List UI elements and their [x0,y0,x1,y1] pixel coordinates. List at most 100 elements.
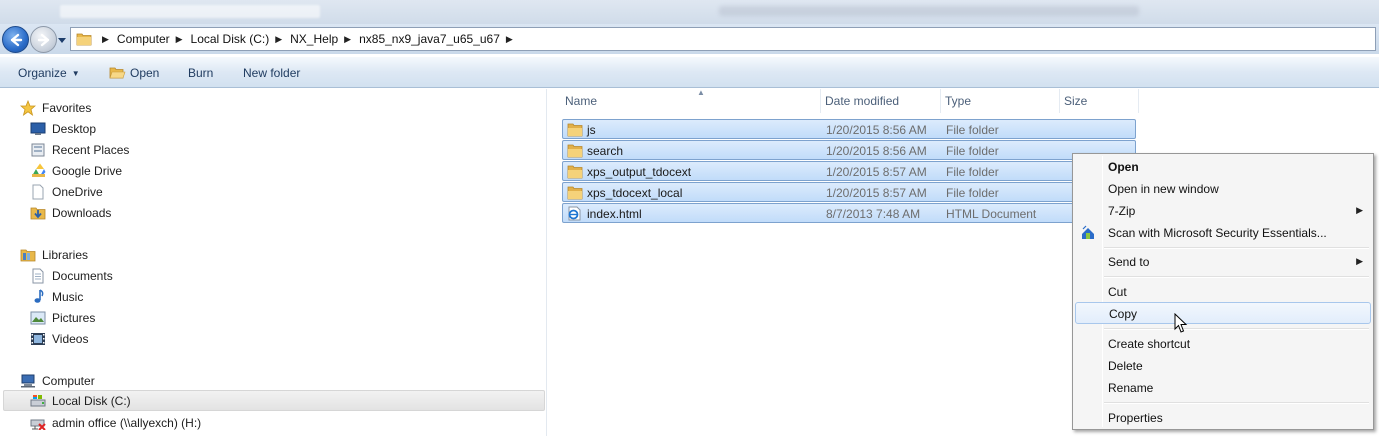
menu-item-7zip[interactable]: 7-Zip ▶ [1075,200,1371,222]
nav-computer-header[interactable]: Computer [20,370,95,391]
nav-item-videos[interactable]: Videos [30,328,88,349]
menu-item-cut[interactable]: Cut [1075,281,1371,303]
disconnected-network-drive-icon [30,415,46,431]
downloads-folder-icon [30,205,46,221]
menu-item-open-new-window[interactable]: Open in new window [1075,178,1371,200]
computer-icon [20,373,36,389]
nav-item-label: Desktop [52,121,97,136]
file-row[interactable]: xps_tdocext_local 1/20/2015 8:57 AM File… [562,182,1136,202]
nav-libraries-header[interactable]: Libraries [20,244,88,265]
column-header-date-modified[interactable]: Date modified [821,89,941,113]
file-type: File folder [946,186,999,200]
nav-item-pictures[interactable]: Pictures [30,307,95,328]
file-row[interactable]: js 1/20/2015 8:56 AM File folder [562,119,1136,139]
blurred-title [719,6,1139,16]
nav-item-label: Pictures [52,310,96,325]
nav-item-label: admin office (\\allyexch) (H:) [52,415,202,430]
menu-item-delete[interactable]: Delete [1075,355,1371,377]
onedrive-icon [30,184,46,200]
burn-button[interactable]: Burn [188,65,213,81]
html-file-icon [568,206,581,221]
arrow-right-icon [37,33,49,46]
file-row[interactable]: xps_output_tdocext 1/20/2015 8:57 AM Fil… [562,161,1136,181]
new-folder-label: New folder [243,66,301,80]
column-header-label: Name [565,94,598,108]
context-menu[interactable]: Open Open in new window 7-Zip ▶ Scan wit… [1072,153,1374,430]
breadcrumb-current-folder[interactable]: nx85_nx9_java7_u65_u67 [359,32,500,46]
libraries-icon [20,247,36,263]
file-type: File folder [946,144,999,158]
menu-item-label: Properties [1108,411,1163,425]
menu-item-send-to[interactable]: Send to ▶ [1075,251,1371,273]
pictures-icon [30,310,46,326]
address-bar[interactable]: ▶ Computer ▶ Local Disk (C:) ▶ NX_Help ▶… [70,27,1376,51]
open-label: Open [130,66,160,80]
file-date: 1/20/2015 8:56 AM [826,144,927,158]
breadcrumb-arrow-icon[interactable]: ▶ [344,34,351,45]
nav-favorites-header[interactable]: Favorites [20,97,91,118]
local-disk-icon [30,393,46,409]
file-row[interactable]: search 1/20/2015 8:56 AM File folder [562,140,1136,160]
open-button[interactable]: Open [109,65,159,81]
recent-places-icon [30,142,46,158]
menu-item-create-shortcut[interactable]: Create shortcut [1075,333,1371,355]
nav-item-google-drive[interactable]: Google Drive [30,160,122,181]
mouse-pointer-icon [1174,313,1188,333]
nav-item-downloads[interactable]: Downloads [30,202,111,223]
menu-item-properties[interactable]: Properties [1075,407,1371,429]
menu-item-copy[interactable]: Copy [1075,302,1371,324]
nav-item-local-disk[interactable]: Local Disk (C:) [3,390,545,411]
file-date: 1/20/2015 8:56 AM [826,123,927,137]
window-title-bar [0,0,1379,26]
back-button[interactable] [2,26,29,53]
nav-libraries-label: Libraries [42,247,89,262]
sort-ascending-icon: ▲ [697,88,705,97]
file-date: 8/7/2013 7:48 AM [826,207,921,221]
menu-item-open[interactable]: Open [1075,156,1371,178]
nav-item-recent-places[interactable]: Recent Places [30,139,129,160]
menu-item-scan[interactable]: Scan with Microsoft Security Essentials.… [1075,222,1371,244]
file-name: xps_tdocext_local [587,186,683,200]
desktop-icon [30,121,46,137]
forward-button[interactable] [30,26,57,53]
breadcrumb-arrow-icon[interactable]: ▶ [275,34,282,45]
nav-computer-label: Computer [42,373,95,388]
menu-item-label: Delete [1108,359,1143,373]
burn-label: Burn [188,66,214,80]
organize-label: Organize [18,66,67,80]
breadcrumb-arrow-icon[interactable]: ▶ [506,34,513,45]
breadcrumb-nx-help[interactable]: NX_Help [290,32,338,46]
menu-separator [1104,402,1369,404]
menu-item-label: Create shortcut [1108,337,1191,351]
column-header-label: Type [945,94,972,108]
nav-item-music[interactable]: Music [30,286,83,307]
breadcrumb-arrow-icon[interactable]: ▶ [102,34,109,45]
menu-item-label: Rename [1108,381,1154,395]
file-type: File folder [946,123,999,137]
navigation-pane[interactable]: Favorites Desktop Recent Places Google D… [0,89,547,436]
nav-item-network-drive[interactable]: admin office (\\allyexch) (H:) [30,412,201,433]
folder-icon [567,186,583,200]
breadcrumb-arrow-icon[interactable]: ▶ [176,34,183,45]
column-header-size[interactable]: Size [1060,89,1139,113]
menu-item-label: Cut [1108,285,1127,299]
column-header-name[interactable]: ▲ Name [561,88,821,113]
google-drive-icon [30,163,46,179]
new-folder-button[interactable]: New folder [243,65,300,81]
recent-pages-dropdown-icon[interactable] [58,36,66,44]
file-row[interactable]: index.html 8/7/2013 7:48 AM HTML Documen… [562,203,1136,223]
nav-item-onedrive[interactable]: OneDrive [30,181,103,202]
menu-item-rename[interactable]: Rename [1075,377,1371,399]
column-header-type[interactable]: Type [941,89,1060,113]
breadcrumb-computer[interactable]: Computer [117,32,170,46]
file-name: js [587,123,596,137]
star-icon [20,99,36,116]
nav-item-label: Local Disk (C:) [52,393,131,408]
organize-button[interactable]: Organize ▼ [18,65,80,81]
nav-item-desktop[interactable]: Desktop [30,118,96,139]
nav-item-documents[interactable]: Documents [30,265,113,286]
breadcrumb-local-disk[interactable]: Local Disk (C:) [191,32,270,46]
nav-item-label: Recent Places [52,142,130,157]
chevron-down-icon: ▼ [71,68,80,78]
submenu-arrow-icon: ▶ [1356,256,1363,266]
